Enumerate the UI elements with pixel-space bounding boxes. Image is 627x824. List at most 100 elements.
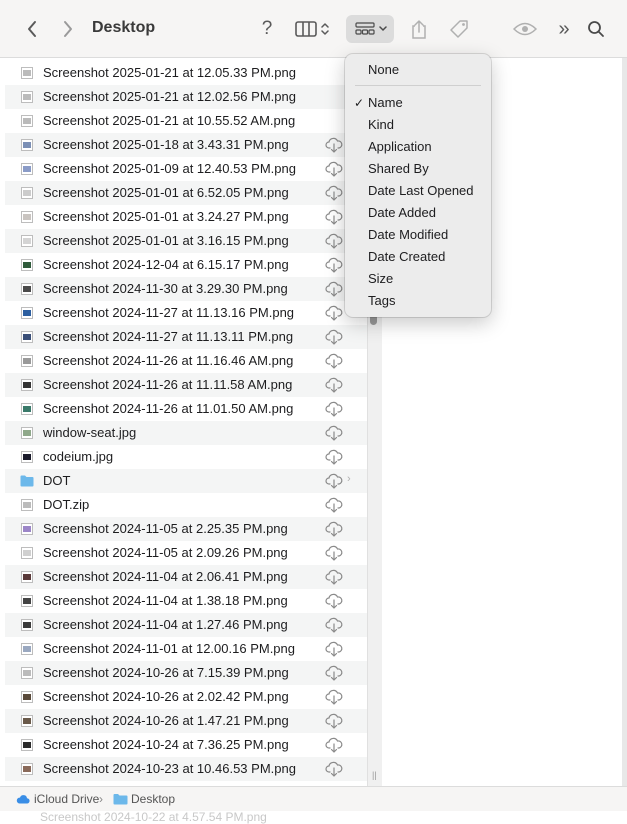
icloud-download-icon[interactable] — [325, 617, 343, 633]
menu-item-application[interactable]: Application — [368, 139, 432, 154]
menu-item-shared-by[interactable]: Shared By — [368, 161, 429, 176]
search-button[interactable] — [584, 14, 608, 44]
menu-item-tags[interactable]: Tags — [368, 293, 395, 308]
path-item-icloud-drive[interactable]: iCloud Drive — [34, 792, 99, 806]
icloud-download-icon[interactable] — [325, 713, 343, 729]
file-name: Screenshot 2024-10-26 at 1.47.21 PM.png — [43, 713, 289, 728]
icloud-download-icon[interactable] — [325, 257, 343, 273]
file-row[interactable]: DOT.zip — [5, 493, 367, 517]
file-row[interactable]: Screenshot 2024-11-27 at 11.13.16 PM.png — [5, 301, 367, 325]
icloud-download-icon[interactable] — [325, 641, 343, 657]
icloud-download-icon[interactable] — [325, 161, 343, 177]
folder-row[interactable]: DOT › — [5, 469, 367, 493]
menu-item-date-modified[interactable]: Date Modified — [368, 227, 448, 242]
menu-item-kind[interactable]: Kind — [368, 117, 394, 132]
icloud-icon — [16, 795, 30, 804]
icloud-download-icon[interactable] — [325, 737, 343, 753]
icloud-download-icon[interactable] — [325, 497, 343, 513]
file-name: Screenshot 2024-11-26 at 11.16.46 AM.png — [43, 353, 294, 368]
file-row[interactable]: Screenshot 2025-01-01 at 6.52.05 PM.png — [5, 181, 367, 205]
file-row[interactable]: Screenshot 2024-11-04 at 1.27.46 PM.png — [5, 613, 367, 637]
icloud-download-icon[interactable] — [325, 425, 343, 441]
file-row[interactable]: Screenshot 2025-01-09 at 12.40.53 PM.png — [5, 157, 367, 181]
file-row[interactable]: Screenshot 2024-11-05 at 2.25.35 PM.png — [5, 517, 367, 541]
icloud-download-icon[interactable] — [325, 233, 343, 249]
file-row[interactable]: Screenshot 2025-01-01 at 3.24.27 PM.png — [5, 205, 367, 229]
file-row[interactable]: Screenshot 2025-01-01 at 3.16.15 PM.png — [5, 229, 367, 253]
file-thumbnail-icon — [21, 379, 33, 391]
tag-button[interactable] — [446, 14, 472, 44]
finder-window: Desktop ? » Screenshot 2025-01-21 at 12.… — [0, 0, 627, 824]
file-thumbnail-icon — [21, 619, 33, 631]
file-row[interactable]: Screenshot 2025-01-18 at 3.43.31 PM.png — [5, 133, 367, 157]
file-row[interactable]: Screenshot 2024-10-26 at 7.15.39 PM.png — [5, 661, 367, 685]
file-thumbnail-icon — [21, 739, 33, 751]
file-row[interactable]: codeium.jpg — [5, 445, 367, 469]
view-options-button[interactable] — [290, 14, 334, 44]
file-name: Screenshot 2024-10-24 at 7.36.25 PM.png — [43, 737, 289, 752]
file-row[interactable]: Screenshot 2025-01-21 at 12.02.56 PM.png — [5, 85, 367, 109]
icloud-download-icon[interactable] — [325, 665, 343, 681]
icloud-download-icon[interactable] — [325, 401, 343, 417]
file-thumbnail-icon — [21, 715, 33, 727]
file-row[interactable]: Screenshot 2024-11-26 at 11.16.46 AM.png — [5, 349, 367, 373]
icloud-download-icon[interactable] — [325, 545, 343, 561]
menu-item-none[interactable]: None — [368, 62, 399, 77]
file-row[interactable]: Screenshot 2025-01-21 at 10.55.52 AM.png — [5, 109, 367, 133]
file-row[interactable]: Screenshot 2024-10-26 at 2.02.42 PM.png — [5, 685, 367, 709]
file-row[interactable]: Screenshot 2024-11-05 at 2.09.26 PM.png — [5, 541, 367, 565]
quicklook-button[interactable] — [510, 14, 540, 44]
file-row[interactable]: window-seat.jpg — [5, 421, 367, 445]
back-button[interactable] — [18, 14, 46, 44]
more-toolbar-button[interactable]: » — [553, 14, 575, 44]
path-item-desktop[interactable]: Desktop — [131, 792, 175, 806]
icloud-download-icon[interactable] — [325, 521, 343, 537]
disclosure-chevron-icon[interactable]: › — [347, 473, 351, 485]
group-by-button-content[interactable] — [352, 15, 390, 43]
icloud-download-icon[interactable] — [325, 569, 343, 585]
file-row[interactable]: Screenshot 2025-01-21 at 12.05.33 PM.png — [5, 61, 367, 85]
file-row[interactable]: Screenshot 2024-12-04 at 6.15.17 PM.png — [5, 253, 367, 277]
icloud-download-icon[interactable] — [325, 209, 343, 225]
file-row[interactable]: Screenshot 2024-10-24 at 7.36.25 PM.png — [5, 733, 367, 757]
file-row[interactable]: Screenshot 2024-11-27 at 11.13.11 PM.png — [5, 325, 367, 349]
file-row[interactable]: Screenshot 2024-11-04 at 2.06.41 PM.png — [5, 565, 367, 589]
icloud-download-icon[interactable] — [325, 281, 343, 297]
file-row[interactable]: Screenshot 2024-10-23 at 10.46.53 PM.png — [5, 757, 367, 781]
file-thumbnail-icon — [21, 403, 33, 415]
icloud-download-icon[interactable] — [325, 377, 343, 393]
menu-item-size[interactable]: Size — [368, 271, 393, 286]
file-thumbnail-icon — [21, 355, 33, 367]
icloud-download-icon[interactable] — [325, 185, 343, 201]
icloud-download-icon[interactable] — [325, 473, 343, 489]
icloud-download-icon[interactable] — [325, 689, 343, 705]
icloud-download-icon[interactable] — [325, 329, 343, 345]
file-row[interactable]: Screenshot 2024-11-26 at 11.01.50 AM.png — [5, 397, 367, 421]
file-name: Screenshot 2025-01-01 at 3.16.15 PM.png — [43, 233, 289, 248]
forward-button[interactable] — [54, 14, 82, 44]
menu-item-name[interactable]: Name — [368, 95, 403, 110]
menu-item-date-added[interactable]: Date Added — [368, 205, 436, 220]
chevron-down-icon — [379, 26, 387, 32]
file-list[interactable]: Screenshot 2025-01-21 at 12.05.33 PM.png… — [5, 58, 367, 786]
chevron-right-icon — [64, 21, 72, 37]
help-button[interactable]: ? — [256, 14, 278, 44]
file-thumbnail-icon — [21, 139, 33, 151]
file-row[interactable]: Screenshot 2024-11-04 at 1.38.18 PM.png — [5, 589, 367, 613]
file-row[interactable]: Screenshot 2024-11-26 at 11.11.58 AM.png — [5, 373, 367, 397]
file-row[interactable]: Screenshot 2024-11-30 at 3.29.30 PM.png — [5, 277, 367, 301]
file-name: Screenshot 2024-10-26 at 2.02.42 PM.png — [43, 689, 289, 704]
share-button[interactable] — [408, 14, 430, 44]
column-resize-grip[interactable]: || — [372, 770, 377, 780]
icloud-download-icon[interactable] — [325, 305, 343, 321]
icloud-download-icon[interactable] — [325, 353, 343, 369]
file-row[interactable]: Screenshot 2024-11-01 at 12.00.16 PM.png — [5, 637, 367, 661]
file-thumbnail-icon — [21, 571, 33, 583]
icloud-download-icon[interactable] — [325, 593, 343, 609]
menu-item-date-created[interactable]: Date Created — [368, 249, 445, 264]
menu-item-date-last-opened[interactable]: Date Last Opened — [368, 183, 474, 198]
file-row[interactable]: Screenshot 2024-10-26 at 1.47.21 PM.png — [5, 709, 367, 733]
icloud-download-icon[interactable] — [325, 449, 343, 465]
icloud-download-icon[interactable] — [325, 761, 343, 777]
icloud-download-icon[interactable] — [325, 137, 343, 153]
